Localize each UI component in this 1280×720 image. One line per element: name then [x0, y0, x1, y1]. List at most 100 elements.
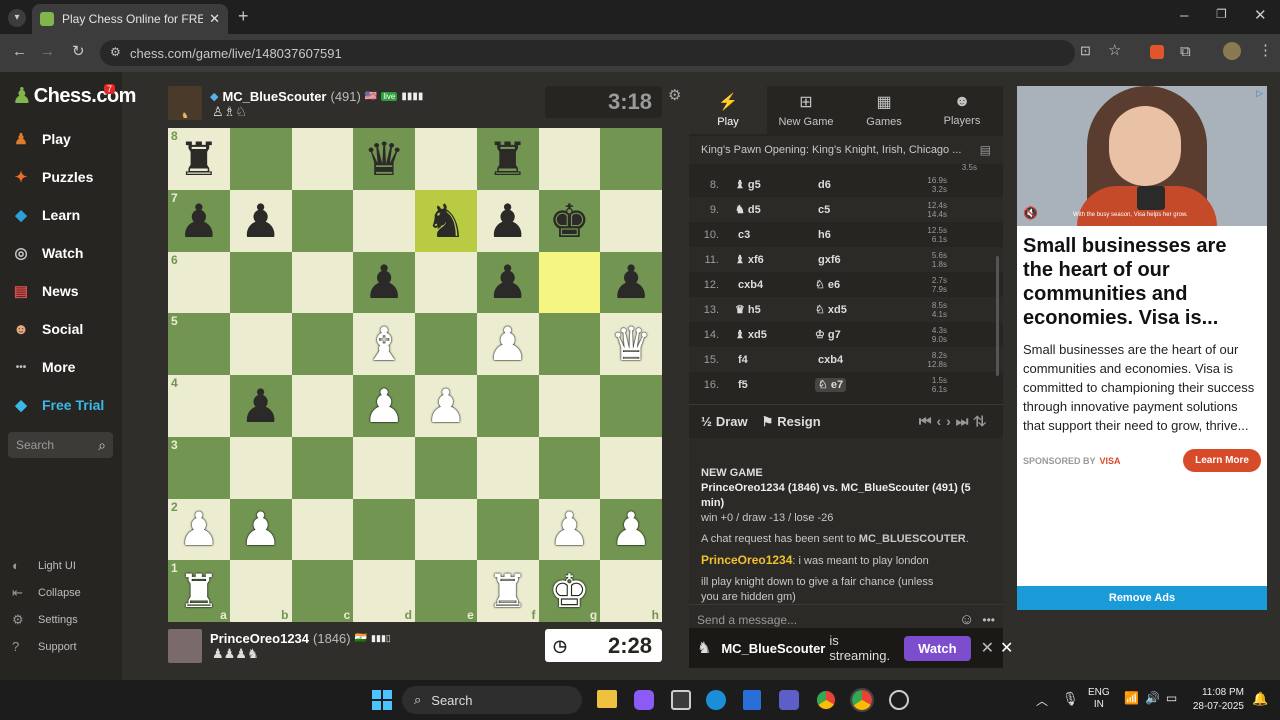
square-e4[interactable]: ♟	[415, 375, 477, 437]
square-f5[interactable]: ♟	[476, 313, 539, 375]
flip-board-icon[interactable]: ⇅	[973, 413, 991, 429]
square-b7[interactable]: ♟	[229, 189, 292, 252]
square-a1[interactable]: ♜ 1 a	[168, 560, 230, 622]
first-move-icon[interactable]: ⏮	[919, 413, 937, 429]
system-tray-icons[interactable]: 📶🔊▭	[1124, 691, 1183, 705]
sidebar-item-news[interactable]: ▤ News	[0, 272, 122, 310]
reload-icon[interactable]: ↻	[72, 44, 85, 59]
black-move[interactable]: ♘ e6	[807, 278, 917, 291]
ad-headline[interactable]: Small businesses are the heart of our co…	[1023, 234, 1261, 330]
install-icon[interactable]: ⊡	[1080, 44, 1091, 57]
white-pawn-icon[interactable]: ♟	[240, 506, 281, 552]
square-a8[interactable]: ♜ 8	[168, 128, 230, 190]
notification-icon[interactable]: 🔔	[1252, 691, 1268, 707]
copilot-icon[interactable]	[634, 690, 654, 710]
white-move[interactable]: f5	[727, 379, 807, 391]
black-queen-icon[interactable]: ♛	[364, 136, 405, 182]
black-pawn-icon[interactable]: ♟	[487, 259, 528, 305]
back-icon[interactable]: ←	[12, 44, 27, 59]
black-rook-icon[interactable]: ♜	[487, 136, 528, 182]
black-pawn-icon[interactable]: ♟	[487, 198, 528, 244]
square-f8[interactable]: ♜	[476, 128, 539, 190]
ad-image[interactable]: With the busy season, Visa helps her gro…	[1017, 86, 1267, 226]
square-a5[interactable]: 5	[168, 313, 230, 375]
square-c1[interactable]: c	[291, 560, 354, 622]
square-h4[interactable]	[600, 375, 662, 437]
black-move[interactable]: d6	[807, 179, 917, 191]
black-move[interactable]: cxb4	[807, 354, 917, 366]
square-e6[interactable]	[415, 251, 477, 314]
square-f7[interactable]: ♟	[476, 189, 539, 252]
square-d4[interactable]: ♟	[353, 375, 415, 437]
white-move[interactable]: f4	[727, 354, 807, 366]
white-move[interactable]: ♝ g5	[727, 178, 807, 191]
site-logo[interactable]: ♟ Chess.com 7	[0, 72, 136, 120]
square-c5[interactable]	[291, 313, 354, 375]
white-move[interactable]: ♝ xd5	[727, 328, 807, 341]
white-pawn-icon[interactable]: ♟	[425, 383, 466, 429]
close-icon[interactable]: ✕	[1000, 638, 1013, 658]
dismiss-icon[interactable]: ✕	[981, 638, 994, 658]
watch-button[interactable]: Watch	[904, 635, 971, 661]
sidebar-item-learn[interactable]: ◆ Learn	[0, 196, 122, 234]
white-queen-icon[interactable]: ♛	[611, 321, 652, 367]
white-rook-icon[interactable]: ♜	[487, 568, 528, 614]
profile-avatar[interactable]	[1223, 42, 1241, 60]
square-h5[interactable]: ♛	[600, 313, 662, 375]
sidebar-search[interactable]: Search ⌕	[8, 432, 113, 458]
square-b3[interactable]	[229, 436, 292, 499]
white-pawn-icon[interactable]: ♟	[611, 506, 652, 552]
chat-username[interactable]: PrinceOreo1234	[701, 553, 792, 567]
clock-tray[interactable]: 11:08 PM 28-07-2025	[1190, 686, 1244, 714]
restore-icon[interactable]: ❐	[1216, 8, 1227, 20]
square-f6[interactable]: ♟	[476, 251, 539, 314]
square-g5[interactable]	[538, 313, 601, 375]
black-pawn-icon[interactable]: ♟	[364, 259, 405, 305]
learn-more-button[interactable]: Learn More	[1183, 449, 1261, 472]
black-move[interactable]: gxf6	[807, 254, 917, 266]
square-a2[interactable]: ♟ 2	[168, 498, 230, 561]
black-move[interactable]: ♔ g7	[807, 328, 917, 341]
notepad-icon[interactable]	[743, 690, 761, 710]
edge-icon[interactable]	[706, 690, 726, 710]
square-c8[interactable]	[291, 128, 354, 190]
search-icon[interactable]: ⌕	[98, 437, 106, 454]
black-knight-icon[interactable]: ♞	[425, 198, 466, 244]
microphone-icon[interactable]: 🎙	[1062, 691, 1079, 707]
extensions-puzzle-icon[interactable]: ⧉	[1180, 44, 1191, 59]
streamer-name[interactable]: MC_BlueScouter	[721, 641, 825, 656]
square-g6[interactable]	[538, 251, 601, 314]
square-f4[interactable]	[476, 375, 539, 437]
white-move[interactable]: cxb4	[727, 279, 807, 291]
remove-ads-button[interactable]: Remove Ads	[1017, 586, 1267, 610]
tab-games[interactable]: ▦ Games	[845, 86, 923, 134]
chrome-icon[interactable]	[816, 690, 836, 710]
move-list[interactable]: 3.5s 8. ♝ g5 d6 16.9s 3.2s 9. ♞ d5 c5 12.4s 14.4s 10…	[689, 164, 1003, 404]
square-f2[interactable]	[476, 498, 539, 561]
square-f1[interactable]: ♜ f	[476, 560, 539, 622]
opening-name[interactable]: King's Pawn Opening: King's Knight, Iris…	[701, 144, 980, 156]
square-b2[interactable]: ♟	[229, 498, 292, 561]
sidebar-item-light-ui[interactable]: ◐ Light UI	[0, 552, 122, 579]
square-b4[interactable]: ♟	[229, 375, 292, 437]
chat-more-icon[interactable]: •••	[982, 613, 995, 627]
white-rook-icon[interactable]: ♜	[178, 568, 219, 614]
next-move-icon[interactable]: ›	[946, 413, 956, 429]
sidebar-item-social[interactable]: ☻ Social	[0, 310, 122, 348]
square-c6[interactable]	[291, 251, 354, 314]
white-move[interactable]: ♛ h5	[727, 303, 807, 316]
square-h3[interactable]	[600, 436, 662, 499]
white-pawn-icon[interactable]: ♟	[487, 321, 528, 367]
top-player-name[interactable]: MC_BlueScouter	[222, 89, 326, 104]
black-king-icon[interactable]: ♚	[549, 198, 590, 244]
book-icon[interactable]: ▤	[980, 143, 991, 157]
white-pawn-icon[interactable]: ♟	[178, 506, 219, 552]
square-c7[interactable]	[291, 189, 354, 252]
black-pawn-icon[interactable]: ♟	[611, 259, 652, 305]
tab-play[interactable]: ⚡ Play	[689, 86, 767, 134]
sidebar-item-puzzles[interactable]: ✦ Puzzles	[0, 158, 122, 196]
square-h1[interactable]: h	[600, 560, 662, 622]
new-tab-icon[interactable]: +	[238, 7, 249, 25]
windows-start-icon[interactable]	[372, 690, 392, 710]
square-h8[interactable]	[600, 128, 662, 190]
